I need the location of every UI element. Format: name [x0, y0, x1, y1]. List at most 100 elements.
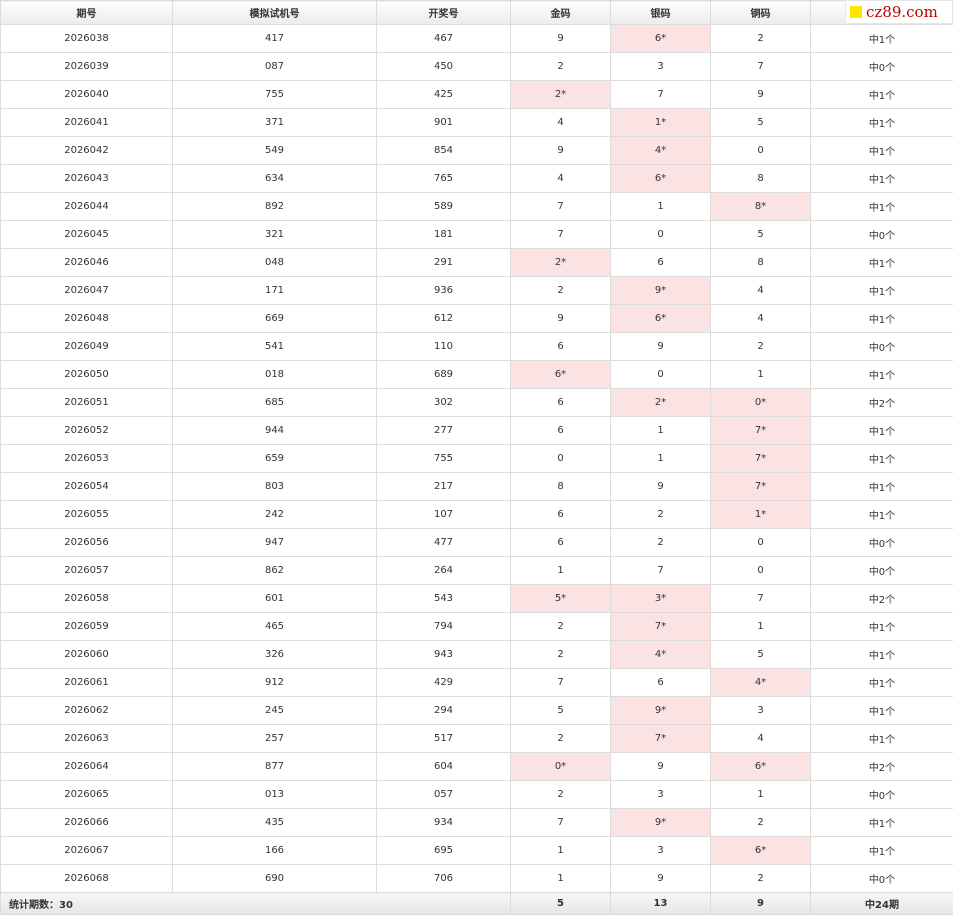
cell-trial-number: 087: [172, 52, 377, 81]
cell-draw-number: 110: [376, 332, 511, 361]
table-row: 2026043 634 765 4 6* 8 中1个: [0, 164, 953, 193]
cell-draw-number: 264: [376, 556, 511, 585]
cell-bronze-code: 1*: [710, 500, 811, 529]
cell-issue: 2026047: [0, 276, 173, 305]
cell-issue: 2026055: [0, 500, 173, 529]
cell-gold-code: 1: [510, 864, 611, 893]
cell-silver-code: 6*: [610, 24, 711, 53]
table-row: 2026054 803 217 8 9 7* 中1个: [0, 472, 953, 501]
table-row: 2026063 257 517 2 7* 4 中1个: [0, 724, 953, 753]
cell-bronze-code: 5: [710, 108, 811, 137]
cell-gold-code: 7: [510, 192, 611, 221]
cell-bronze-code: 0: [710, 528, 811, 557]
cell-silver-code: 1: [610, 192, 711, 221]
cell-silver-code: 0: [610, 220, 711, 249]
cell-bronze-code: 8: [710, 248, 811, 277]
cell-bronze-code: 4: [710, 304, 811, 333]
cell-result: 中1个: [810, 836, 953, 865]
cell-result: 中0个: [810, 780, 953, 809]
cell-issue: 2026048: [0, 304, 173, 333]
table-body: 2026038 417 467 9 6* 2 中1个 2026039 087 450 2 3 7 中0个 2…: [0, 24, 953, 893]
table-row: 2026057 862 264 1 7 0 中0个: [0, 556, 953, 585]
summary-label: 统计期数：30: [0, 892, 511, 915]
cell-draw-number: 107: [376, 500, 511, 529]
cell-draw-number: 517: [376, 724, 511, 753]
summary-row: 统计期数：30 5 13 9 中24期: [0, 892, 953, 915]
table-row: 2026046 048 291 2* 6 8 中1个: [0, 248, 953, 277]
cell-bronze-code: 0: [710, 136, 811, 165]
cell-bronze-code: 1: [710, 780, 811, 809]
summary-result-total: 中24期: [810, 892, 953, 915]
cell-result: 中1个: [810, 108, 953, 137]
cell-issue: 2026054: [0, 472, 173, 501]
cell-trial-number: 371: [172, 108, 377, 137]
table-row: 2026065 013 057 2 3 1 中0个: [0, 780, 953, 809]
cell-bronze-code: 4*: [710, 668, 811, 697]
cell-gold-code: 2*: [510, 248, 611, 277]
cell-bronze-code: 7*: [710, 472, 811, 501]
cell-gold-code: 4: [510, 164, 611, 193]
summary-gold-total: 5: [510, 892, 611, 915]
cell-result: 中1个: [810, 472, 953, 501]
cell-gold-code: 2: [510, 276, 611, 305]
table-row: 2026052 944 277 6 1 7* 中1个: [0, 416, 953, 445]
cell-silver-code: 4*: [610, 136, 711, 165]
cell-draw-number: 755: [376, 444, 511, 473]
cell-silver-code: 1: [610, 416, 711, 445]
cell-issue: 2026063: [0, 724, 173, 753]
table-row: 2026047 171 936 2 9* 4 中1个: [0, 276, 953, 305]
cell-bronze-code: 6*: [710, 752, 811, 781]
cell-result: 中1个: [810, 304, 953, 333]
table-row: 2026040 755 425 2* 7 9 中1个: [0, 80, 953, 109]
cell-trial-number: 326: [172, 640, 377, 669]
cell-draw-number: 706: [376, 864, 511, 893]
cell-draw-number: 934: [376, 808, 511, 837]
cell-trial-number: 013: [172, 780, 377, 809]
cell-gold-code: 6: [510, 500, 611, 529]
cell-bronze-code: 8: [710, 164, 811, 193]
cell-gold-code: 0: [510, 444, 611, 473]
header-trial-number: 模拟试机号: [172, 0, 377, 25]
cell-issue: 2026066: [0, 808, 173, 837]
cell-silver-code: 2*: [610, 388, 711, 417]
cell-gold-code: 5: [510, 696, 611, 725]
cell-result: 中2个: [810, 752, 953, 781]
cell-result: 中1个: [810, 640, 953, 669]
cell-issue: 2026064: [0, 752, 173, 781]
table-row: 2026060 326 943 2 4* 5 中1个: [0, 640, 953, 669]
cell-issue: 2026049: [0, 332, 173, 361]
cell-draw-number: 302: [376, 388, 511, 417]
cell-silver-code: 6*: [610, 164, 711, 193]
table-row: 2026044 892 589 7 1 8* 中1个: [0, 192, 953, 221]
cell-result: 中1个: [810, 248, 953, 277]
cell-draw-number: 277: [376, 416, 511, 445]
table-row: 2026050 018 689 6* 0 1 中1个: [0, 360, 953, 389]
cell-issue: 2026039: [0, 52, 173, 81]
cell-draw-number: 543: [376, 584, 511, 613]
cell-draw-number: 450: [376, 52, 511, 81]
cell-silver-code: 9: [610, 472, 711, 501]
cell-issue: 2026061: [0, 668, 173, 697]
cell-result: 中1个: [810, 444, 953, 473]
cell-gold-code: 7: [510, 220, 611, 249]
cell-silver-code: 2: [610, 500, 711, 529]
cell-silver-code: 4*: [610, 640, 711, 669]
cell-trial-number: 669: [172, 304, 377, 333]
cell-silver-code: 9*: [610, 276, 711, 305]
cell-trial-number: 690: [172, 864, 377, 893]
cell-result: 中1个: [810, 276, 953, 305]
cell-trial-number: 803: [172, 472, 377, 501]
cell-draw-number: 604: [376, 752, 511, 781]
header-bronze-code: 铜码: [710, 0, 811, 25]
table-row: 2026048 669 612 9 6* 4 中1个: [0, 304, 953, 333]
cell-result: 中1个: [810, 612, 953, 641]
cell-gold-code: 8: [510, 472, 611, 501]
site-logo[interactable]: cz89.com: [845, 0, 953, 24]
cell-gold-code: 6: [510, 416, 611, 445]
header-draw-number: 开奖号: [376, 0, 511, 25]
cell-gold-code: 1: [510, 556, 611, 585]
table-row: 2026051 685 302 6 2* 0* 中2个: [0, 388, 953, 417]
cell-draw-number: 477: [376, 528, 511, 557]
cell-bronze-code: 0: [710, 556, 811, 585]
cell-bronze-code: 0*: [710, 388, 811, 417]
